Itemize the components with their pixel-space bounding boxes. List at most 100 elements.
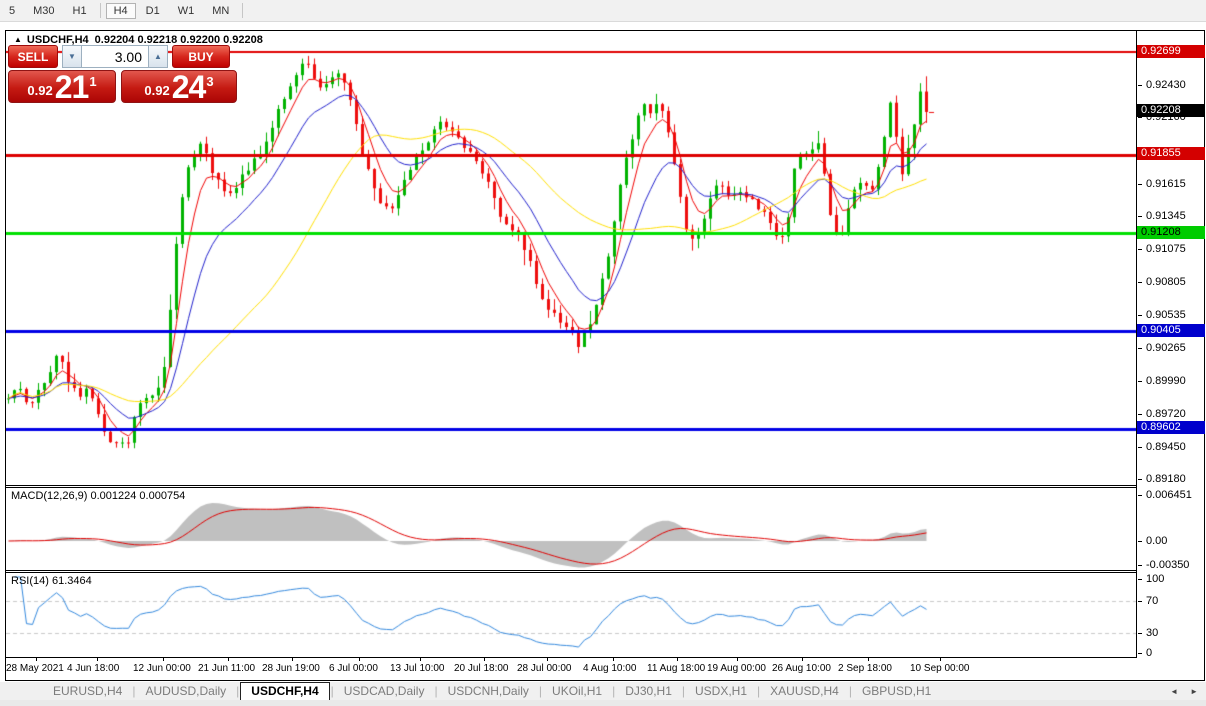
timeframe-button-5[interactable]: 5 xyxy=(1,3,23,19)
time-tick-label: 28 Jul 00:00 xyxy=(517,663,572,674)
rsi-tick-mark xyxy=(1138,653,1142,654)
price-tick-mark xyxy=(1138,117,1142,118)
tab-scroll-left-icon[interactable]: ◄ xyxy=(1170,687,1178,696)
tab-usdchf-h4[interactable]: USDCHF,H4 xyxy=(240,682,329,701)
time-tick-mark xyxy=(97,658,98,661)
sell-price-big: 21 xyxy=(55,72,89,102)
price-level-badge: 0.92699 xyxy=(1137,45,1205,58)
time-tick-mark xyxy=(359,658,360,661)
time-tick-mark xyxy=(737,658,738,661)
price-level-badge: 0.92208 xyxy=(1137,104,1205,117)
time-tick-label: 28 Jun 19:00 xyxy=(262,663,320,674)
tab-eurusd-h4[interactable]: EURUSD,H4 xyxy=(44,683,131,699)
tab-scroll-right-icon[interactable]: ► xyxy=(1190,687,1198,696)
tab-dj30-h1[interactable]: DJ30,H1 xyxy=(616,683,681,699)
toolbar-separator xyxy=(100,3,101,18)
price-tick-label: 0.92430 xyxy=(1146,79,1186,91)
price-tick-mark xyxy=(1138,184,1142,185)
time-tick-mark xyxy=(802,658,803,661)
time-tick-label: 19 Aug 00:00 xyxy=(707,663,766,674)
chart-window: ▲USDCHF,H40.92204 0.92218 0.92200 0.9220… xyxy=(5,30,1205,681)
buy-price-prefix: 0.92 xyxy=(144,83,169,98)
tab-ukoil-h1[interactable]: UKOil,H1 xyxy=(543,683,611,699)
macd-name: MACD(12,26,9) xyxy=(11,490,87,502)
price-tick-label: 0.91075 xyxy=(1146,243,1186,255)
macd-tick-mark xyxy=(1138,495,1142,496)
timeframe-button-h4[interactable]: H4 xyxy=(106,3,136,19)
rsi-name: RSI(14) xyxy=(11,575,49,587)
sell-price-sup: 1 xyxy=(89,74,96,89)
time-tick-label: 26 Aug 10:00 xyxy=(772,663,831,674)
time-tick-mark xyxy=(484,658,485,661)
tab-gbpusd-h1[interactable]: GBPUSD,H1 xyxy=(853,683,940,699)
time-axis[interactable]: 28 May 20214 Jun 18:0012 Jun 00:0021 Jun… xyxy=(6,658,1204,680)
time-tick-label: 2 Sep 18:00 xyxy=(838,663,892,674)
rsi-label: RSI(14) 61.3464 xyxy=(11,575,92,587)
macd-values: 0.001224 0.000754 xyxy=(90,490,185,502)
tab-usdx-h1[interactable]: USDX,H1 xyxy=(686,683,756,699)
macd-tick-mark xyxy=(1138,541,1142,542)
volume-increase-button[interactable]: ▲ xyxy=(148,45,168,68)
bottom-strip xyxy=(0,700,1206,706)
price-tick-label: 0.90805 xyxy=(1146,276,1186,288)
collapse-arrow-icon[interactable]: ▲ xyxy=(14,35,22,44)
time-tick-label: 21 Jun 11:00 xyxy=(198,663,255,674)
mt4-terminal: 5M30H1H4D1W1MN ▲USDCHF,H40.92204 0.92218… xyxy=(0,0,1206,706)
sell-button[interactable]: SELL xyxy=(8,45,58,68)
time-tick-mark xyxy=(36,658,37,661)
tab-usdcad-daily[interactable]: USDCAD,Daily xyxy=(335,683,434,699)
chart-tab-bar: EURUSD,H4|AUDUSD,Daily|USDCHF,H4|USDCAD,… xyxy=(0,682,1206,700)
macd-tick-mark xyxy=(1138,565,1142,566)
time-tick-mark xyxy=(547,658,548,661)
time-tick-mark xyxy=(163,658,164,661)
price-tick-mark xyxy=(1138,315,1142,316)
rsi-tick-label: 70 xyxy=(1146,595,1158,607)
price-tick-mark xyxy=(1138,348,1142,349)
timeframe-button-h1[interactable]: H1 xyxy=(65,3,95,19)
time-tick-mark xyxy=(228,658,229,661)
price-tick-mark xyxy=(1138,414,1142,415)
buy-price-sup: 3 xyxy=(206,74,213,89)
volume-input[interactable] xyxy=(82,45,148,68)
price-tick-label: 0.89720 xyxy=(1146,408,1186,420)
macd-tick-label: -0.00350 xyxy=(1146,559,1189,571)
price-tick-mark xyxy=(1138,249,1142,250)
volume-decrease-button[interactable]: ▼ xyxy=(62,45,82,68)
price-tick-label: 0.89450 xyxy=(1146,441,1186,453)
panel-separator xyxy=(6,572,1136,573)
buy-price-display[interactable]: 0.92243 xyxy=(121,70,237,103)
tab-audusd-daily[interactable]: AUDUSD,Daily xyxy=(136,683,235,699)
time-tick-mark xyxy=(868,658,869,661)
time-tick-label: 4 Jun 18:00 xyxy=(67,663,119,674)
sell-price-display[interactable]: 0.92211 xyxy=(8,70,116,103)
time-tick-label: 4 Aug 10:00 xyxy=(583,663,636,674)
price-tick-label: 0.90535 xyxy=(1146,309,1186,321)
time-tick-mark xyxy=(677,658,678,661)
time-tick-label: 10 Sep 00:00 xyxy=(910,663,970,674)
tab-usdcnh-daily[interactable]: USDCNH,Daily xyxy=(439,683,538,699)
time-tick-mark xyxy=(613,658,614,661)
timeframe-button-mn[interactable]: MN xyxy=(204,3,237,19)
time-tick-label: 20 Jul 18:00 xyxy=(454,663,509,674)
time-tick-label: 13 Jul 10:00 xyxy=(390,663,445,674)
price-tick-label: 0.90265 xyxy=(1146,342,1186,354)
rsi-indicator-canvas[interactable] xyxy=(6,572,1136,657)
one-click-trading-panel: SELL ▼ ▲ BUY 0.92211 0.92243 xyxy=(8,45,240,103)
toolbar-separator xyxy=(242,3,243,18)
volume-stepper: ▼ ▲ xyxy=(62,45,168,68)
tab-xauusd-h4[interactable]: XAUUSD,H4 xyxy=(761,683,848,699)
price-axis[interactable]: 0.924300.921600.916150.913450.910750.908… xyxy=(1136,31,1204,658)
timeframe-button-w1[interactable]: W1 xyxy=(170,3,203,19)
price-tick-mark xyxy=(1138,216,1142,217)
price-tick-label: 0.91615 xyxy=(1146,178,1186,190)
price-tick-label: 0.91345 xyxy=(1146,210,1186,222)
timeframe-toolbar: 5M30H1 H4D1W1MN xyxy=(0,0,1206,22)
buy-button[interactable]: BUY xyxy=(172,45,230,68)
rsi-tick-label: 30 xyxy=(1146,627,1158,639)
macd-label: MACD(12,26,9) 0.001224 0.000754 xyxy=(11,490,185,502)
timeframe-button-d1[interactable]: D1 xyxy=(138,3,168,19)
price-tick-mark xyxy=(1138,447,1142,448)
price-level-badge: 0.91855 xyxy=(1137,147,1205,160)
price-tick-label: 0.89990 xyxy=(1146,375,1186,387)
timeframe-button-m30[interactable]: M30 xyxy=(25,3,62,19)
